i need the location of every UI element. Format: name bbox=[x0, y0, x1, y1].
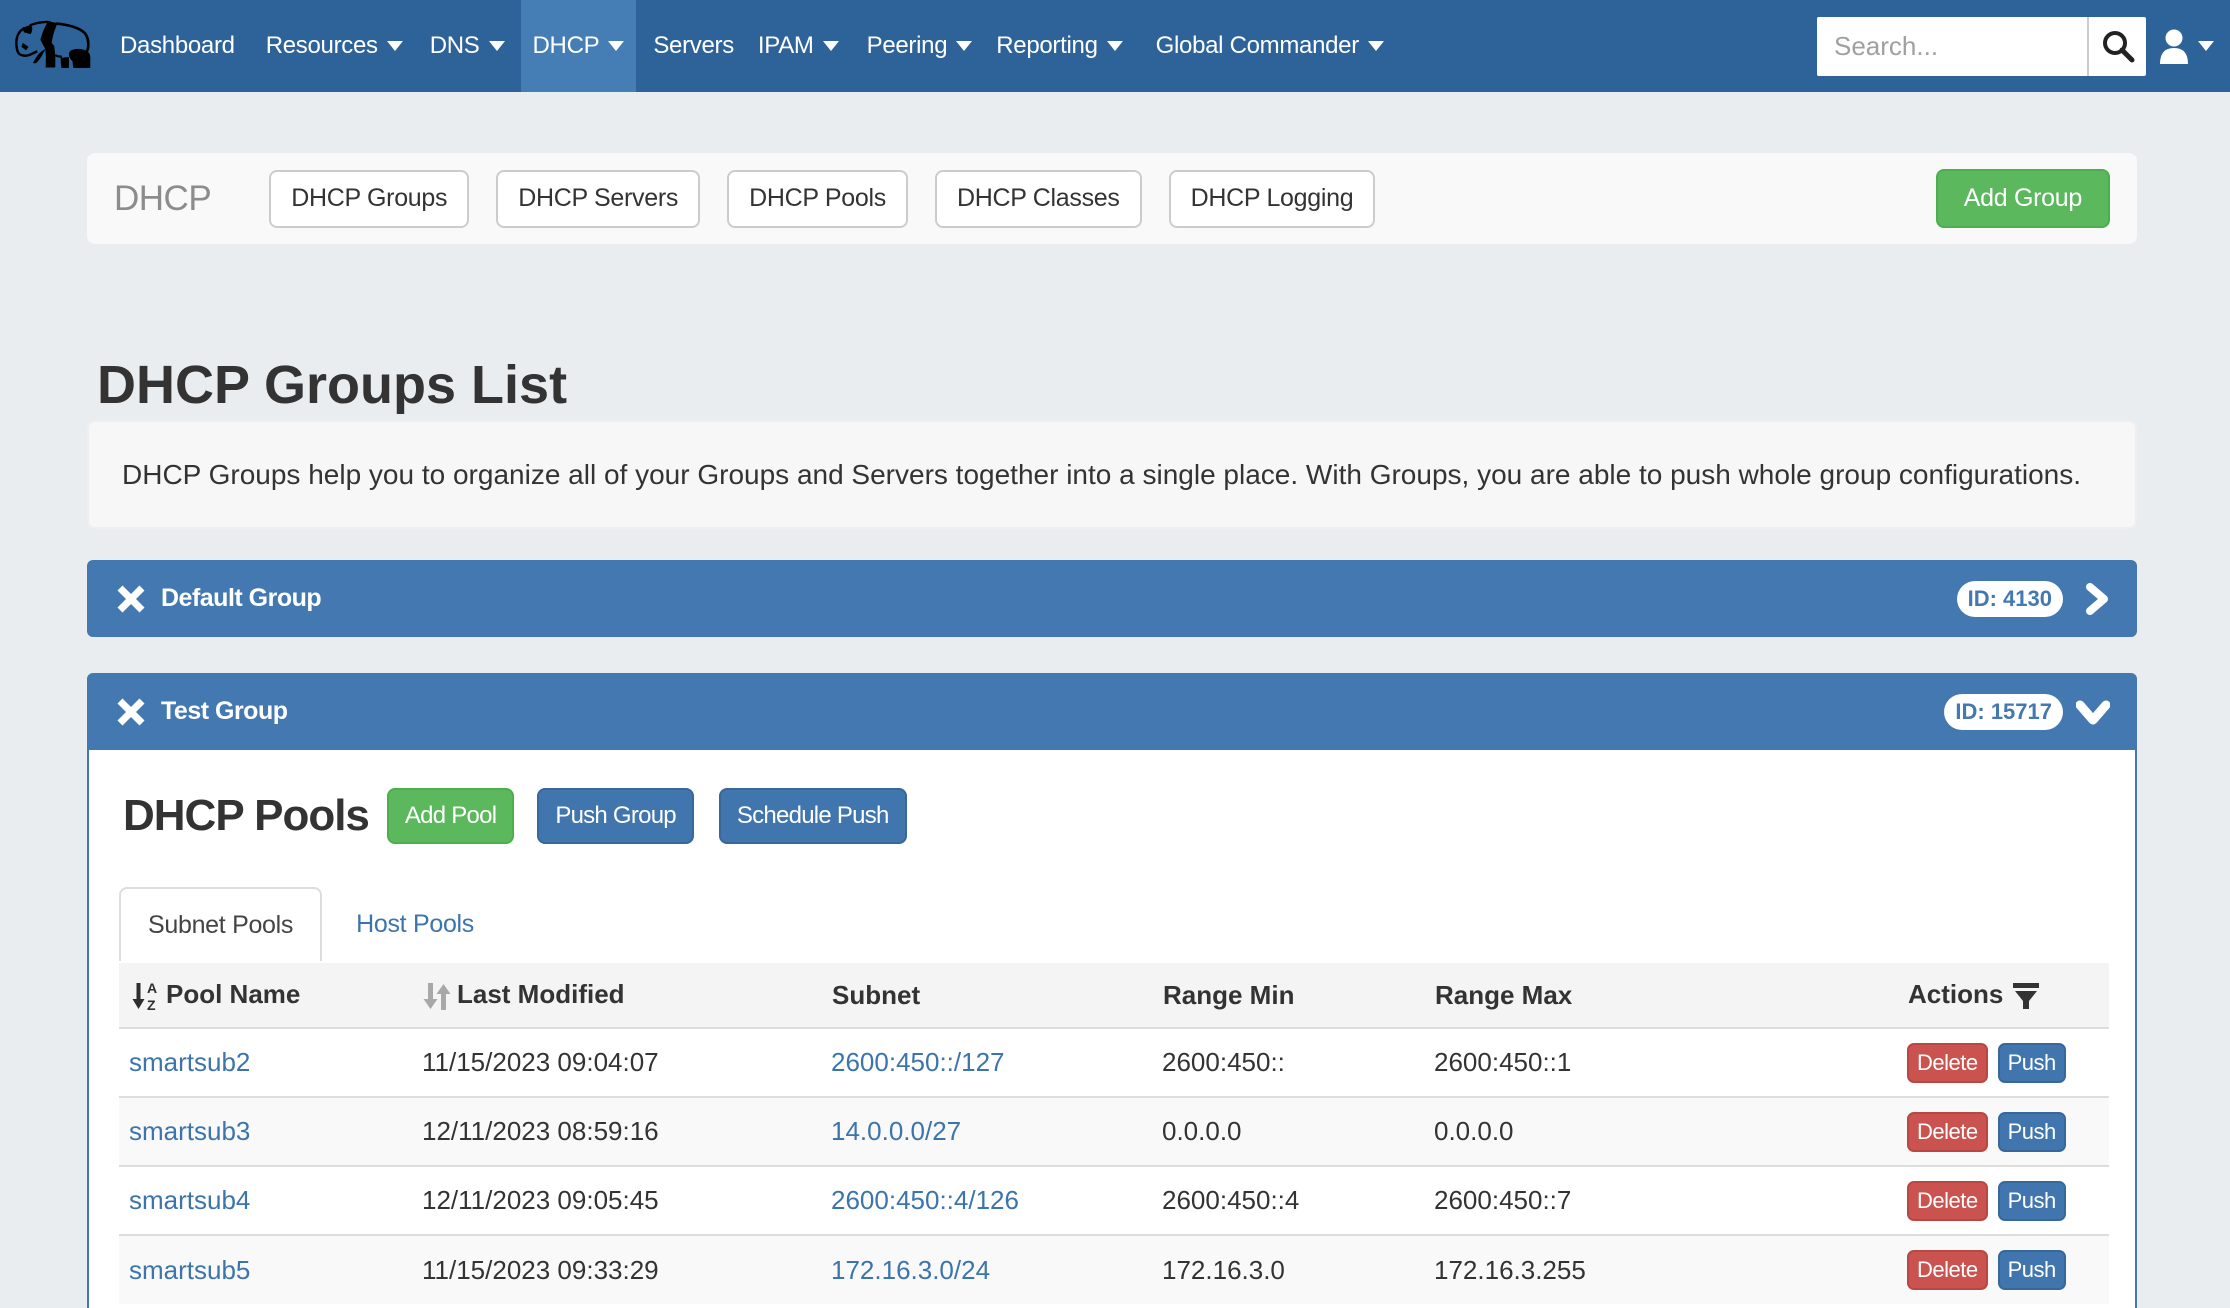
svg-text:Z: Z bbox=[147, 997, 156, 1011]
svg-text:A: A bbox=[147, 982, 157, 996]
